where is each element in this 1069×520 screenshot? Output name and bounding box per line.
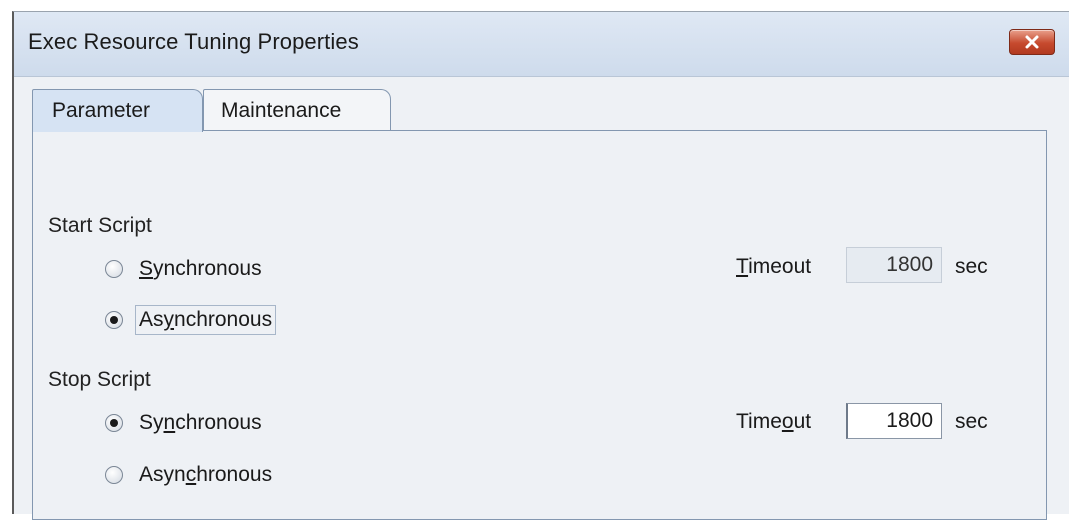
tab-parameter[interactable]: Parameter <box>32 89 203 132</box>
stop-synchronous-radio-button[interactable] <box>105 414 123 432</box>
start-synchronous-label[interactable]: Synchronous <box>135 254 266 284</box>
stop-asynchronous-radio-button[interactable] <box>105 466 123 484</box>
start-asynchronous-radio[interactable]: Asynchronous <box>105 304 277 336</box>
dialog-window: Exec Resource Tuning Properties Paramete… <box>12 11 1069 520</box>
start-synchronous-radio[interactable]: Synchronous <box>105 253 266 285</box>
stop-synchronous-label[interactable]: Synchronous <box>135 408 266 438</box>
start-asynchronous-label[interactable]: Asynchronous <box>135 305 277 335</box>
start-synchronous-radio-button[interactable] <box>105 260 123 278</box>
parameter-panel: Start Script Synchronous Asynchronous Ti… <box>32 130 1047 520</box>
close-button[interactable] <box>1009 29 1055 55</box>
stop-asynchronous-radio[interactable]: Asynchronous <box>105 459 276 491</box>
stop-synchronous-radio[interactable]: Synchronous <box>105 407 266 439</box>
start-timeout-label: Timeout <box>736 255 812 278</box>
stop-asynchronous-label[interactable]: Asynchronous <box>135 460 276 490</box>
tab-maintenance[interactable]: Maintenance <box>203 89 391 131</box>
start-timeout-input[interactable]: 1800 <box>846 247 942 283</box>
start-timeout-unit: sec <box>955 255 988 278</box>
stop-timeout-input[interactable]: 1800 <box>846 403 942 439</box>
window-title: Exec Resource Tuning Properties <box>28 29 359 54</box>
stop-script-label: Stop Script <box>48 368 151 391</box>
close-icon <box>1025 35 1039 49</box>
stop-timeout-label: Timeout <box>736 410 812 433</box>
stop-timeout-unit: sec <box>955 410 988 433</box>
tab-maintenance-label: Maintenance <box>221 99 342 122</box>
start-script-label: Start Script <box>48 214 152 237</box>
tab-bar: Parameter Maintenance <box>14 76 1069 132</box>
tab-parameter-label: Parameter <box>52 99 151 122</box>
title-bar: Exec Resource Tuning Properties <box>14 12 1069 77</box>
start-asynchronous-radio-button[interactable] <box>105 311 123 329</box>
